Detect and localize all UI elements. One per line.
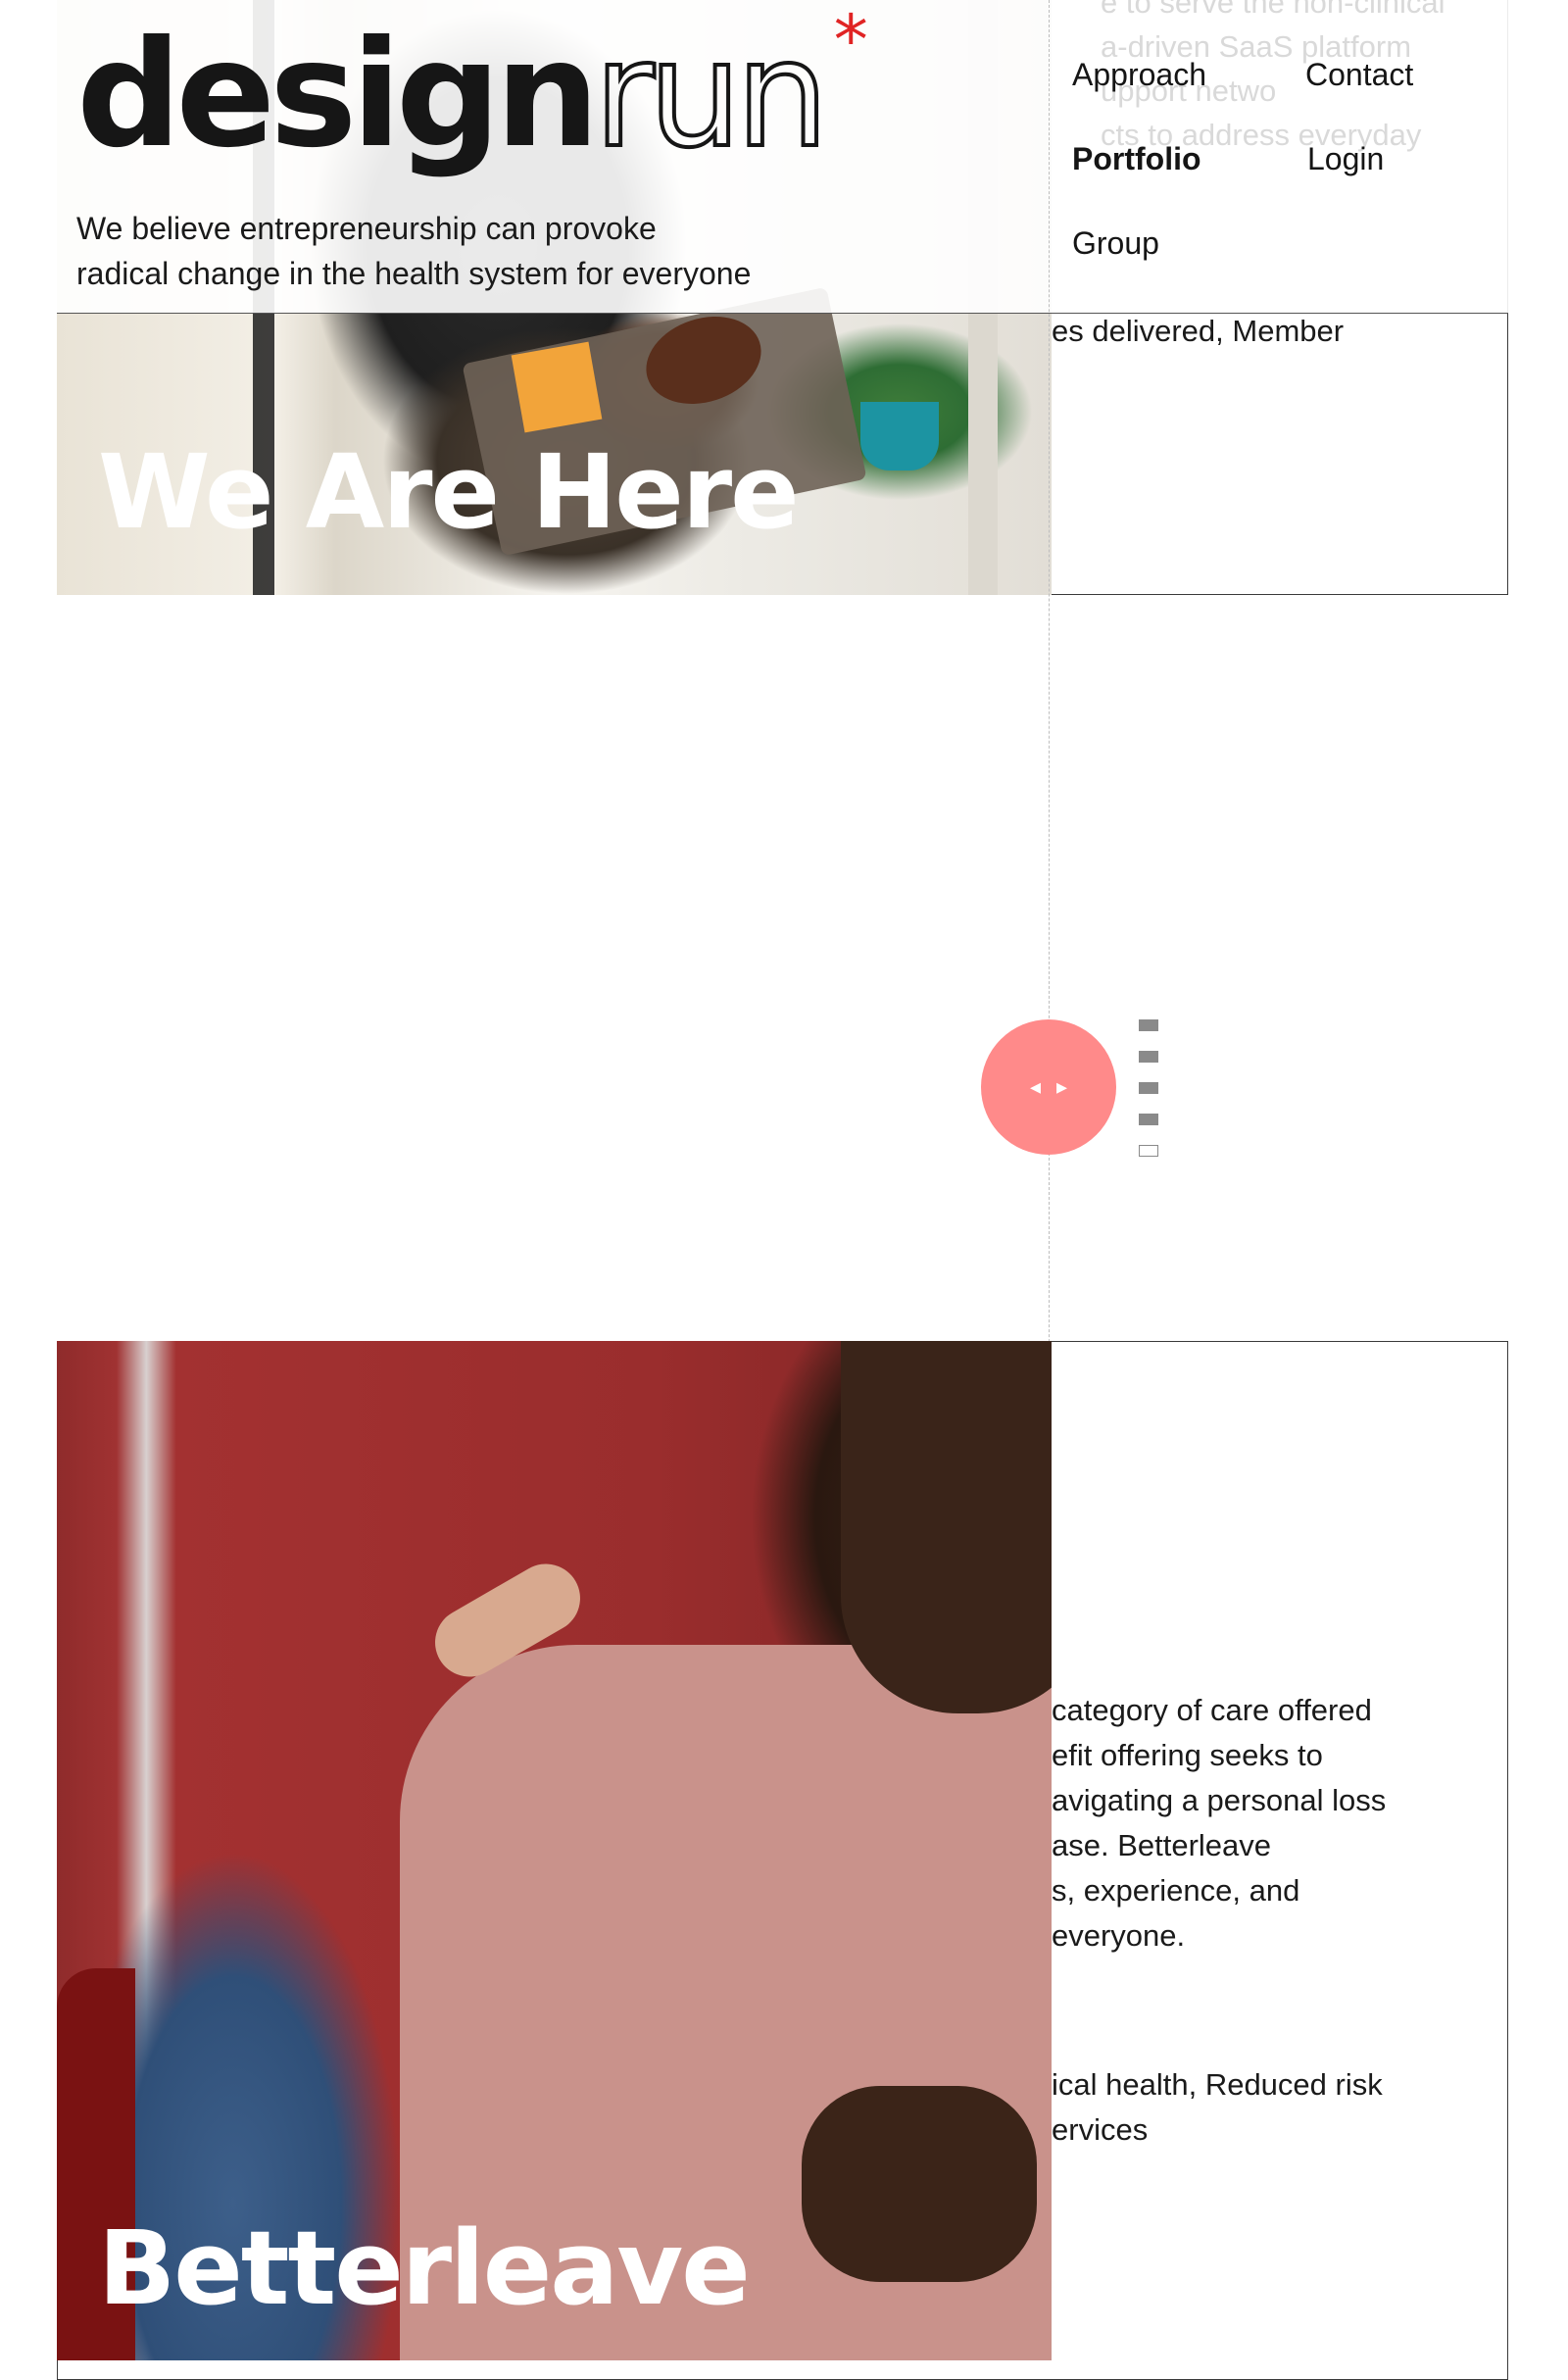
- photo-plant-pot: [860, 402, 939, 471]
- slide-dot-5-active[interactable]: [1139, 1145, 1158, 1157]
- slide-dot-2[interactable]: [1139, 1051, 1158, 1063]
- designrun-logo[interactable]: designrun *: [76, 6, 868, 171]
- nav-link-login[interactable]: Login: [1307, 141, 1384, 177]
- arrow-right-icon[interactable]: ▸: [1056, 1075, 1067, 1100]
- site-header: e to serve the non-clinical a-driven Saa…: [57, 0, 1508, 314]
- photo-snack-box: [511, 341, 603, 433]
- brand-tagline: We believe entrepreneurship can provoke …: [76, 211, 752, 291]
- betterleave-photo: [57, 1341, 1052, 2360]
- card-title-we-are-here[interactable]: We Are Here: [98, 441, 800, 543]
- betterleave-outcomes: ical health, Reduced risk ervices: [1052, 2067, 1383, 2147]
- slide-dot-4[interactable]: [1139, 1114, 1158, 1125]
- logo-asterisk-icon: *: [833, 0, 868, 80]
- nav-link-portfolio[interactable]: Portfolio: [1072, 141, 1201, 177]
- slide-dot-1[interactable]: [1139, 1019, 1158, 1031]
- slide-dot-3[interactable]: [1139, 1082, 1158, 1094]
- card-title-betterleave[interactable]: Betterleave: [98, 2217, 751, 2319]
- nav-link-group[interactable]: Group: [1072, 225, 1159, 262]
- betterleave-description: category of care offered efit offering s…: [1052, 1693, 1387, 1953]
- slider-drag-handle[interactable]: ◂ ▸: [981, 1019, 1116, 1155]
- slider-pagination: [1139, 1019, 1158, 1176]
- photo-clasped-hands: [802, 2086, 1037, 2282]
- nav-link-contact[interactable]: Contact: [1305, 57, 1413, 93]
- card-side-text: es delivered, Member: [1052, 314, 1345, 348]
- photo-person-face: [841, 1341, 1052, 1713]
- nav-link-approach[interactable]: Approach: [1072, 57, 1206, 93]
- arrow-left-icon[interactable]: ◂: [1030, 1075, 1041, 1100]
